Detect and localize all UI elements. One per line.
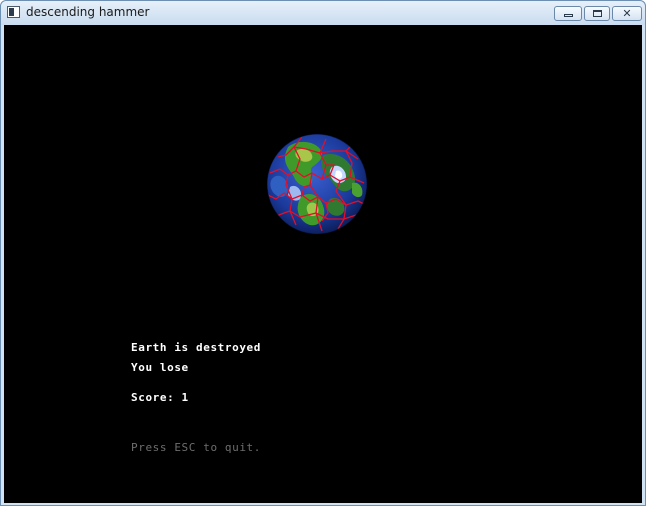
maximize-icon [592, 10, 602, 17]
minimize-button[interactable] [554, 6, 582, 21]
game-window: descending hammer ✕ Earth is destroyed Y… [0, 0, 646, 506]
status-message: Earth is destroyed [131, 341, 262, 354]
quit-hint: Press ESC to quit. [131, 441, 262, 454]
cracked-earth-icon [267, 134, 367, 234]
result-message: You lose [131, 361, 189, 374]
game-canvas[interactable]: Earth is destroyed You lose Score: 1 Pre… [4, 25, 642, 503]
window-title: descending hammer [26, 5, 150, 19]
close-icon: ✕ [622, 7, 632, 20]
app-icon[interactable] [7, 6, 20, 18]
title-bar[interactable]: descending hammer ✕ [1, 1, 645, 25]
close-button[interactable]: ✕ [612, 6, 642, 21]
maximize-button[interactable] [584, 6, 610, 21]
score-display: Score: 1 [131, 391, 189, 404]
minimize-icon [563, 14, 573, 17]
